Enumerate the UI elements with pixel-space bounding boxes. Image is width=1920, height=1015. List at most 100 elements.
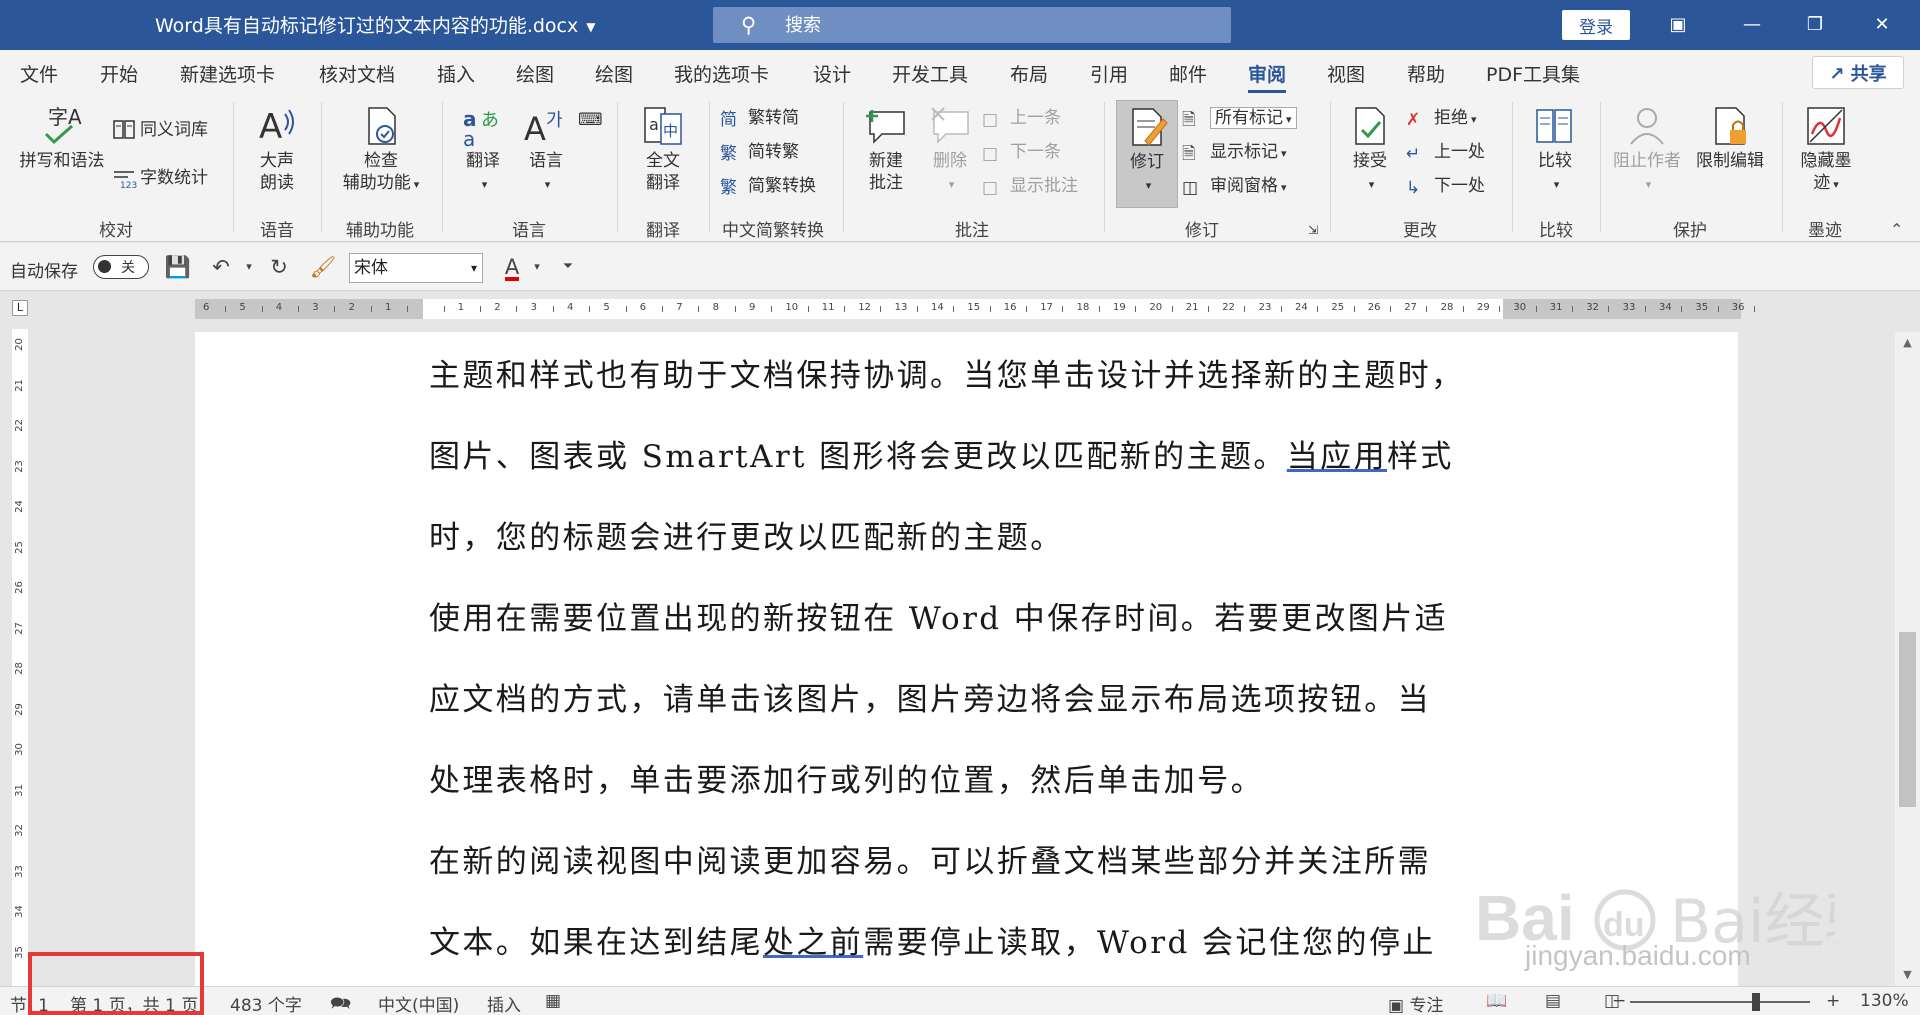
document-title[interactable]: Word具有自动标记修订过的文本内容的功能.docx ▼	[155, 11, 596, 38]
tab-draw[interactable]: 绘图	[516, 60, 554, 87]
delete-comment-button[interactable]: 删除 ▾	[922, 104, 978, 196]
keyboard-icon[interactable]: ⌨	[578, 106, 603, 134]
proofing-status-icon[interactable]: 🗪	[330, 991, 351, 1015]
close-icon[interactable]: ✕	[1862, 8, 1902, 42]
reviewing-pane-button[interactable]: ◫ 审阅窗格 ▾	[1182, 172, 1287, 200]
zoom-out-button[interactable]: −	[1612, 991, 1626, 1011]
document-text-line[interactable]: 时，您的标题会进行更改以匹配新的主题。	[429, 512, 1064, 557]
tab-insert[interactable]: 插入	[437, 60, 475, 87]
autosave-toggle[interactable]: 关	[93, 255, 149, 279]
tab-design[interactable]: 设计	[813, 60, 851, 87]
tab-new-tab[interactable]: 新建选项卡	[180, 60, 275, 87]
markup-view-select[interactable]: 🗎 所有标记 ▾	[1182, 104, 1297, 132]
prev-comment-button[interactable]: □ 上一条	[982, 104, 1061, 132]
font-color-dropdown-icon[interactable]: ▾	[522, 253, 552, 281]
compare-button[interactable]: 比较 ▾	[1522, 104, 1588, 196]
zoom-in-button[interactable]: +	[1826, 991, 1840, 1011]
print-layout-icon[interactable]: ▤	[1545, 991, 1561, 1011]
hide-ink-button[interactable]: 隐藏墨迹 ▾	[1790, 104, 1862, 196]
redo-icon[interactable]: ↻	[264, 253, 294, 281]
word-count-button[interactable]: 123 字数统计	[112, 164, 208, 192]
track-changes-button[interactable]: 修订 ▾	[1116, 100, 1178, 208]
accept-button[interactable]: 接受 ▾	[1340, 104, 1400, 196]
login-button[interactable]: 登录	[1562, 10, 1630, 40]
spelling-grammar-button[interactable]: 字A 拼写和语法	[14, 104, 110, 172]
page-indicator[interactable]: 第 1 页，共 1 页	[70, 991, 198, 1015]
vertical-ruler-number: 32	[13, 824, 25, 837]
ruler-number: 1	[385, 302, 392, 313]
zoom-level[interactable]: 130%	[1860, 991, 1909, 1011]
check-accessibility-button[interactable]: 检查 辅助功能 ▾	[330, 104, 432, 196]
language-button[interactable]: A가 语言 ▾	[516, 104, 576, 196]
language-indicator[interactable]: 中文(中国)	[378, 991, 459, 1015]
document-text-line[interactable]: 处理表格时，单击要添加行或列的位置，然后单击加号。	[429, 755, 1264, 800]
block-authors-button[interactable]: 阻止作者 ▾	[1608, 104, 1686, 196]
reject-button[interactable]: ✗ 拒绝 ▾	[1406, 104, 1477, 132]
insert-mode-indicator[interactable]: 插入	[487, 991, 521, 1015]
minimize-icon[interactable]: —	[1732, 8, 1772, 42]
tab-review[interactable]: 审阅	[1248, 60, 1287, 93]
zoom-slider[interactable]	[1630, 1001, 1810, 1003]
tab-pdf-tools[interactable]: PDF工具集	[1486, 60, 1580, 87]
tab-developer[interactable]: 开发工具	[892, 60, 968, 87]
macro-record-icon[interactable]: ▦	[545, 991, 561, 1011]
share-button[interactable]: ↗ 共享	[1812, 56, 1904, 89]
document-text-line[interactable]: 应文档的方式，请单击该图片，图片旁边将会显示布局选项按钮。当	[429, 674, 1431, 719]
show-markup-button[interactable]: 🗎 显示标记 ▾	[1182, 138, 1287, 166]
tab-home[interactable]: 开始	[100, 60, 138, 87]
next-comment-button[interactable]: □ 下一条	[982, 138, 1061, 166]
simp-to-trad-label: 简转繁	[748, 142, 799, 162]
tab-selector-icon[interactable]: L	[12, 300, 28, 316]
scroll-down-icon[interactable]: ▼	[1895, 964, 1920, 986]
document-text-line[interactable]: 在新的阅读视图中阅读更加容易。可以折叠文档某些部分并关注所需	[429, 836, 1431, 881]
document-page[interactable]: 主题和样式也有助于文档保持协调。当您单击设计并选择新的主题时， 图片、图表或 Sm…	[195, 332, 1738, 986]
vertical-ruler[interactable]: 20 21 22 23 24 25 26 27 28 29 30 31 32 33 34 35	[12, 329, 28, 986]
document-text-line[interactable]: 主题和样式也有助于文档保持协调。当您单击设计并选择新的主题时，	[429, 350, 1464, 395]
tab-draw-2[interactable]: 绘图	[595, 60, 633, 87]
undo-icon[interactable]: ↶	[206, 253, 236, 281]
tab-help[interactable]: 帮助	[1407, 60, 1445, 87]
tab-layout[interactable]: 布局	[1010, 60, 1048, 87]
ribbon-display-options-icon[interactable]: ▣	[1658, 8, 1698, 42]
search-box[interactable]: ⚲	[713, 7, 1231, 43]
zoom-slider-thumb[interactable]	[1752, 993, 1760, 1011]
document-text-line[interactable]: 使用在需要位置出现的新按钮在 Word 中保存时间。若要更改图片适	[429, 593, 1448, 638]
read-mode-icon[interactable]: 📖	[1486, 991, 1507, 1011]
search-input[interactable]	[785, 11, 1205, 39]
save-icon[interactable]: 💾	[163, 253, 193, 281]
horizontal-ruler[interactable]: 6 5 4 3 2 1 1 2 3 4 5 6 7 8 9 10 11 12 13 14 15 16 17 18 19 20 21 2…	[195, 299, 1755, 319]
translate-button[interactable]: aあa 翻译 ▾	[452, 104, 514, 196]
collapse-ribbon-icon[interactable]: ⌃	[1890, 220, 1903, 239]
tab-view[interactable]: 视图	[1327, 60, 1365, 87]
tab-mailings[interactable]: 邮件	[1169, 60, 1207, 87]
full-translate-button[interactable]: a中 全文 翻译	[628, 104, 698, 194]
chinese-convert-button[interactable]: 繁简繁转换	[720, 172, 816, 200]
prev-change-button[interactable]: ↵ 上一处	[1406, 138, 1485, 166]
section-indicator[interactable]: 节: 1	[10, 991, 49, 1015]
document-text-line[interactable]: 文本。如果在达到结尾处之前需要停止读取，Word 会记住您的停止	[429, 917, 1436, 962]
restrict-editing-button[interactable]: 限制编辑	[1690, 104, 1770, 172]
next-change-button[interactable]: ↳ 下一处	[1406, 172, 1485, 200]
focus-mode-button[interactable]: ▣ 专注	[1388, 991, 1443, 1015]
undo-dropdown-icon[interactable]: ▾	[234, 253, 264, 281]
show-comments-button[interactable]: □ 显示批注	[982, 172, 1078, 200]
format-painter-icon[interactable]: 🖌	[308, 253, 338, 281]
new-comment-button[interactable]: 新建 批注	[854, 104, 918, 194]
tracking-dialog-launcher-icon[interactable]: ⇲	[1308, 216, 1318, 244]
trad-to-simp-button[interactable]: 简繁转简	[720, 104, 799, 132]
tab-my-tab[interactable]: 我的选项卡	[674, 60, 769, 87]
read-aloud-button[interactable]: A 大声 朗读	[245, 104, 309, 194]
restore-icon[interactable]: ❐	[1795, 8, 1835, 42]
document-text-line[interactable]: 图片、图表或 SmartArt 图形将会更改以匹配新的主题。当应用样式	[429, 431, 1454, 476]
thesaurus-button[interactable]: 同义词库	[112, 116, 208, 144]
font-select[interactable]: 宋体 ▾	[349, 253, 483, 283]
word-count-indicator[interactable]: 483 个字	[230, 991, 302, 1015]
scrollbar-thumb[interactable]	[1899, 632, 1916, 807]
tab-proofread[interactable]: 核对文档	[319, 60, 395, 87]
vertical-scrollbar[interactable]: ▲ ▼	[1895, 332, 1920, 986]
scroll-up-icon[interactable]: ▲	[1895, 332, 1920, 354]
simp-to-trad-button[interactable]: 繁简转繁	[720, 138, 799, 166]
customize-qat-icon[interactable]: ⏷	[553, 253, 583, 281]
tab-references[interactable]: 引用	[1090, 60, 1128, 87]
tab-file[interactable]: 文件	[20, 60, 58, 87]
